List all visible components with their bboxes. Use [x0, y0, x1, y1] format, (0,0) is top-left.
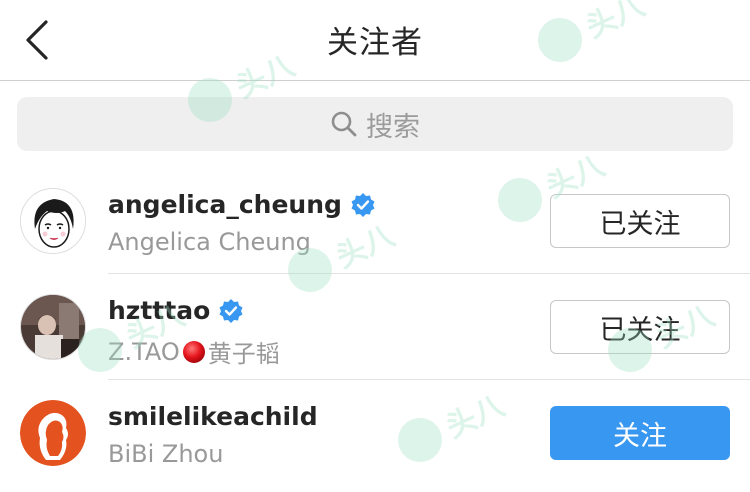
- full-name: Angelica Cheung: [108, 228, 311, 256]
- username-line: smilelikeachild: [108, 402, 318, 431]
- username[interactable]: smilelikeachild: [108, 402, 318, 431]
- avatar[interactable]: [20, 188, 86, 254]
- page-title: 关注者: [327, 25, 423, 61]
- list-item[interactable]: hztttao Z.TAO 黄子韬 已关注: [0, 274, 750, 380]
- verified-badge-icon: [219, 298, 243, 323]
- following-button[interactable]: 已关注: [550, 194, 730, 248]
- username-line: angelica_cheung: [108, 190, 376, 219]
- list-item[interactable]: angelica_cheung Angelica Cheung 已关注: [0, 168, 750, 274]
- avatar[interactable]: [20, 400, 86, 466]
- red-circle-emoji-icon: [182, 340, 205, 363]
- username[interactable]: hztttao: [108, 296, 210, 325]
- full-name: Z.TAO 黄子韬: [108, 334, 280, 369]
- verified-badge-icon: [351, 192, 375, 217]
- search-content: 搜索: [17, 97, 733, 151]
- follow-button[interactable]: 关注: [550, 406, 730, 460]
- search-bar[interactable]: 搜索: [17, 97, 733, 151]
- search-icon: [331, 111, 357, 137]
- following-button[interactable]: 已关注: [550, 300, 730, 354]
- search-placeholder: 搜索: [366, 111, 420, 143]
- navigation-bar: 关注者: [0, 0, 750, 81]
- username[interactable]: angelica_cheung: [108, 190, 342, 219]
- list-item[interactable]: smilelikeachild BiBi Zhou 关注: [0, 380, 750, 486]
- avatar[interactable]: [20, 294, 86, 360]
- full-name-suffix: 黄子韬: [207, 340, 280, 368]
- full-name-prefix: Z.TAO: [108, 337, 180, 366]
- username-line: hztttao: [108, 296, 244, 325]
- full-name: BiBi Zhou: [108, 440, 224, 468]
